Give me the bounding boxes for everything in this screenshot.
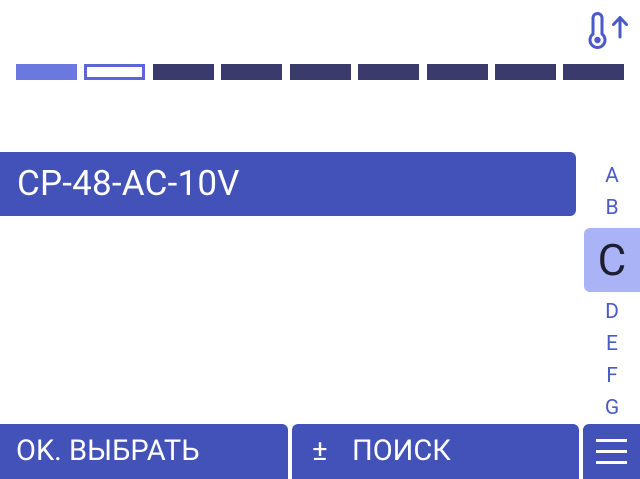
search-button[interactable]: ± ПОИСК <box>292 424 579 479</box>
ok-select-label: OK. ВЫБРАТЬ <box>16 434 200 468</box>
step-3 <box>153 64 214 80</box>
step-progress <box>16 64 624 80</box>
index-letter-g[interactable]: G <box>584 396 640 420</box>
ok-select-button[interactable]: OK. ВЫБРАТЬ <box>0 424 288 479</box>
index-letter-d[interactable]: D <box>584 300 640 324</box>
step-5 <box>290 64 351 80</box>
step-8 <box>495 64 556 80</box>
step-7 <box>427 64 488 80</box>
hamburger-menu-icon <box>596 439 627 464</box>
step-6 <box>358 64 419 80</box>
list-item-selected[interactable]: CP-48-AC-10V <box>0 152 576 216</box>
index-letter-c[interactable]: C <box>584 228 640 292</box>
thermometer-up-icon <box>584 12 630 52</box>
index-letter-b[interactable]: B <box>584 196 640 220</box>
search-label: ПОИСК <box>352 434 451 468</box>
index-letter-e[interactable]: E <box>584 332 640 356</box>
index-letter-f[interactable]: F <box>584 364 640 388</box>
plus-minus-icon: ± <box>312 434 328 468</box>
index-letter-a[interactable]: A <box>584 164 640 188</box>
step-1 <box>16 64 77 80</box>
menu-button[interactable] <box>583 424 640 479</box>
step-4 <box>221 64 282 80</box>
step-2 <box>84 64 145 80</box>
step-9 <box>563 64 624 80</box>
